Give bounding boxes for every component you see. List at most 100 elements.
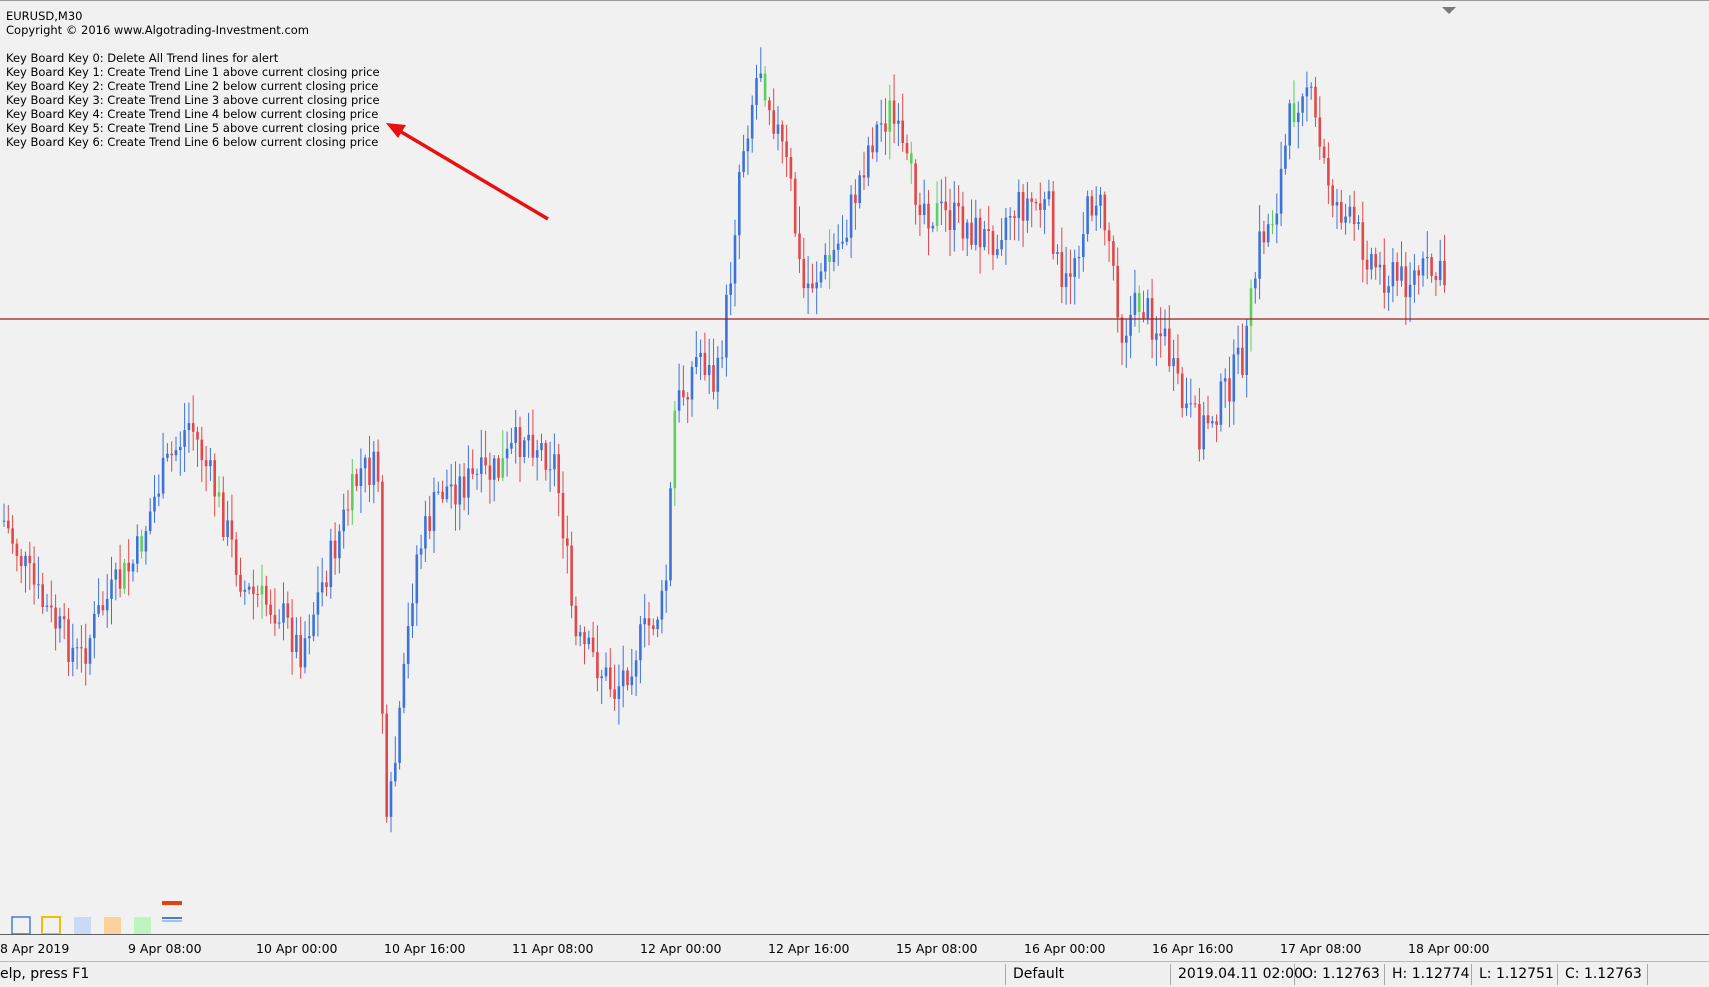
candle-body (772, 110, 775, 134)
candle-body (531, 434, 535, 458)
candle-body (1245, 325, 1248, 375)
candle-body (647, 618, 651, 626)
candle-body (441, 491, 444, 500)
candle-body (578, 632, 582, 637)
profile-name[interactable]: Default (1013, 966, 1064, 982)
candle-body (1176, 358, 1180, 374)
candle-body (1443, 260, 1446, 286)
candle-body (815, 282, 818, 289)
candle-body (609, 667, 612, 690)
candle-body (1000, 239, 1003, 250)
status-divider (1557, 964, 1558, 985)
lightblue-square-icon[interactable] (74, 917, 91, 934)
chart-area[interactable]: EURUSD,M30 Copyright © 2016 www.Algotrad… (0, 0, 1709, 956)
candle-body (1370, 253, 1373, 270)
candlestick-series (2, 47, 1446, 833)
candle-body (24, 555, 27, 567)
candle-body (1051, 191, 1055, 254)
status-divider (1170, 964, 1171, 985)
x-axis-label: 17 Apr 08:00 (1280, 941, 1362, 956)
candle-body (1168, 328, 1171, 367)
candle-body (858, 175, 861, 204)
candle-body (187, 423, 191, 431)
candle-body (832, 249, 836, 262)
candle-body (1064, 273, 1068, 287)
candle-body (247, 586, 251, 590)
candle-body (41, 584, 44, 607)
candle-body (1340, 201, 1343, 223)
candle-body (707, 365, 711, 376)
candle-body (875, 124, 879, 153)
candle-body (19, 555, 23, 567)
x-axis-label: 11 Apr 08:00 (512, 941, 594, 956)
candle-body (1142, 312, 1145, 319)
green-square-icon[interactable] (134, 917, 151, 934)
candle-body (402, 663, 406, 708)
candle-body (1125, 335, 1128, 343)
candle-body (191, 423, 195, 432)
candle-body (1103, 194, 1107, 231)
candle-body (372, 451, 376, 485)
candle-body (454, 484, 457, 505)
candle-body (166, 453, 169, 458)
candle-body (136, 536, 139, 564)
candle-body (1275, 213, 1279, 225)
candle-body (127, 562, 130, 572)
candle-body (901, 120, 904, 143)
candle-body (750, 104, 754, 139)
candle-body (363, 457, 367, 469)
candle-body (157, 493, 161, 497)
candle-body (957, 202, 960, 207)
candle-body (742, 151, 745, 173)
candle-body (7, 520, 10, 529)
bar-datetime: 2019.04.11 02:00 (1178, 966, 1303, 982)
candle-body (320, 582, 324, 593)
candle-body (415, 554, 419, 604)
candle-body (776, 124, 780, 134)
candle-body (88, 638, 92, 664)
candle-body (1335, 201, 1339, 206)
candle-body (518, 427, 522, 457)
candle-body (634, 660, 638, 677)
candle-body (308, 636, 311, 639)
candle-body (234, 539, 238, 575)
candle-body (295, 634, 298, 653)
status-divider (1471, 964, 1472, 985)
candle-body (514, 427, 517, 443)
x-axis-label: 16 Apr 16:00 (1152, 941, 1234, 956)
candle-body (492, 458, 496, 480)
candle-body (948, 210, 952, 231)
candle-body (1378, 264, 1382, 268)
candle-body (269, 604, 272, 615)
candle-body (71, 647, 75, 662)
candle-body (437, 491, 440, 493)
candle-body (879, 123, 883, 125)
blank-square-icon[interactable] (11, 916, 31, 935)
candle-body (101, 605, 105, 611)
candle-body (884, 123, 887, 132)
candle-body (1374, 253, 1377, 268)
candle-body (1258, 231, 1261, 279)
candle-body (1314, 86, 1317, 118)
candle-body (1288, 103, 1291, 146)
candle-body (1292, 103, 1296, 123)
candle-body (355, 474, 358, 486)
candle-body (265, 585, 268, 605)
orange-square-icon[interactable] (104, 917, 121, 934)
candle-body (703, 352, 707, 376)
candle-body (140, 536, 143, 552)
yellow-square-icon[interactable] (41, 916, 61, 935)
candle-body (200, 439, 204, 461)
candle-body (1094, 205, 1098, 216)
candle-body (389, 781, 393, 817)
candle-body (867, 145, 870, 178)
candle-body (733, 235, 737, 284)
close-price: C: 1.12763 (1565, 966, 1642, 982)
candle-body (991, 231, 995, 255)
candle-body (535, 450, 539, 458)
candle-body (58, 616, 62, 629)
candle-body (983, 229, 986, 248)
trendline-toggle-icon[interactable] (162, 901, 182, 922)
candle-body (510, 442, 513, 449)
chart-shift-marker[interactable] (1442, 7, 1456, 14)
